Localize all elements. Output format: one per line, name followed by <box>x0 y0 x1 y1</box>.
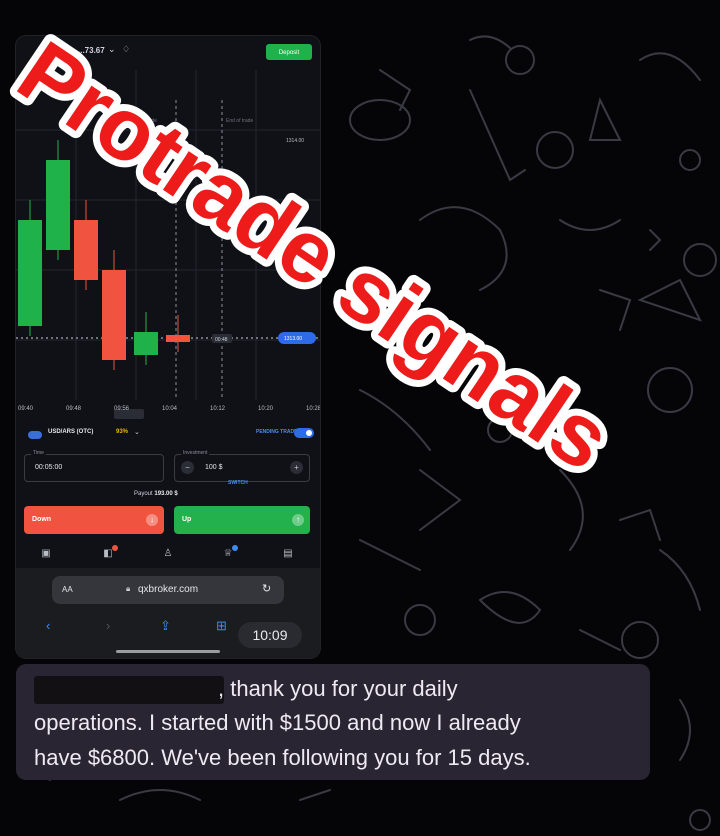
price-label: 1314.00 <box>286 138 304 144</box>
notification-badge <box>232 545 238 551</box>
minus-icon[interactable]: − <box>181 461 194 474</box>
message-timestamp: 10:09 <box>238 622 302 648</box>
candles-group <box>18 140 190 370</box>
asset-name: USD/ARS (OTC) <box>48 429 94 435</box>
investment-field-value: 100 $ <box>205 464 223 471</box>
plus-icon[interactable]: + <box>290 461 303 474</box>
candle <box>102 270 126 360</box>
price-label: 1313.50 <box>286 232 304 238</box>
candle <box>134 332 158 355</box>
up-button[interactable]: Up ↑ <box>174 506 310 534</box>
candle <box>74 220 98 280</box>
x-tick-label: 09:56 <box>114 406 130 412</box>
investment-field[interactable]: Investment − 100 $ + <box>174 450 310 482</box>
bookmarks-icon[interactable]: ⊞ <box>216 618 227 634</box>
user-icon[interactable]: ♙ <box>162 548 174 560</box>
price-label: 1313.00 <box>284 336 302 342</box>
notification-badge <box>112 545 118 551</box>
message-line: operations. I started with $1500 and now… <box>34 710 521 735</box>
deposit-button[interactable]: Deposit <box>266 44 312 60</box>
investment-field-label: Investment <box>181 450 210 456</box>
trophy-icon[interactable]: ♕ <box>222 545 238 560</box>
bell-icon[interactable]: ♢ <box>122 44 130 55</box>
candle <box>166 335 190 342</box>
menu-icon[interactable]: ▤ <box>282 548 294 560</box>
x-tick-label: 10:04 <box>162 406 178 412</box>
url-text: qxbroker.com <box>138 584 199 595</box>
share-icon[interactable]: ⇪ <box>160 618 171 634</box>
down-button-label: Down <box>32 516 52 523</box>
pending-trade-label: PENDING TRADE <box>256 429 298 435</box>
lock-icon: 🔒︎ <box>126 584 131 593</box>
candlestick-chart[interactable]: Start of trade End of trade 1314.00 1313… <box>16 70 320 420</box>
x-tick-label: 10:28 <box>306 406 320 412</box>
trades-icon[interactable]: ◧ <box>102 545 118 560</box>
account-balance[interactable]: ...73.67 <box>78 46 105 55</box>
x-axis-ticks: 09:40 09:48 09:56 10:04 10:12 10:20 10:28 <box>18 406 320 412</box>
trading-topbar: ...73.67 ⌄ ♢ Deposit <box>16 36 320 70</box>
start-of-trade-label: Start of trade <box>128 118 157 124</box>
redacted-name <box>34 676 224 704</box>
asset-selector[interactable]: USD/ARS (OTC) 93% ⌄ PENDING TRADE <box>24 428 316 442</box>
candle <box>46 160 70 250</box>
time-badge-text: 00:48 <box>215 337 228 343</box>
end-of-trade-label: End of trade <box>226 118 253 124</box>
message-line: , thank you for your daily <box>218 676 458 701</box>
payout-info: Payout 193.00 $ <box>134 491 178 497</box>
x-tick-label: 09:40 <box>18 406 34 412</box>
down-button[interactable]: Down ↓ <box>24 506 164 534</box>
currency-flag-icon <box>28 431 42 439</box>
x-tick-label: 10:20 <box>258 406 274 412</box>
app-nav-bar: ▣ ◧ ♙ ♕ ▤ <box>16 544 320 566</box>
forward-icon[interactable]: › <box>106 618 110 633</box>
reload-icon[interactable]: ↻ <box>262 582 271 595</box>
payout-value: 193.00 $ <box>154 491 178 497</box>
payout-label: Payout <box>134 491 153 497</box>
reader-aa-button[interactable]: AA <box>62 585 73 594</box>
x-tick-label: 10:12 <box>210 406 226 412</box>
time-field[interactable]: Time 00:05:00 <box>24 450 164 482</box>
home-indicator <box>116 650 220 653</box>
chat-message-bubble: , thank you for your daily operations. I… <box>16 664 650 780</box>
up-button-label: Up <box>182 516 192 523</box>
x-tick-label: 09:48 <box>66 406 82 412</box>
arrow-up-icon: ↑ <box>292 514 304 526</box>
address-bar[interactable]: AA 🔒︎ qxbroker.com ↻ <box>52 576 284 604</box>
arrow-down-icon: ↓ <box>146 514 158 526</box>
candle <box>18 220 42 326</box>
chevron-down-icon[interactable]: ⌄ <box>134 428 140 436</box>
time-field-label: Time <box>31 450 46 456</box>
phone-screenshot: ...73.67 ⌄ ♢ Deposit Start of trade End … <box>16 36 320 658</box>
switch-label[interactable]: SWITCH <box>228 480 248 486</box>
message-line: have $6800. We've been following you for… <box>34 745 531 770</box>
chevron-down-icon[interactable]: ⌄ <box>108 44 116 55</box>
asset-payout-percent: 93% <box>116 429 129 435</box>
chart-icon[interactable]: ▣ <box>40 548 52 560</box>
back-icon[interactable]: ‹ <box>46 618 50 633</box>
pending-trade-toggle[interactable] <box>294 428 314 438</box>
time-field-value: 00:05:00 <box>35 464 63 471</box>
